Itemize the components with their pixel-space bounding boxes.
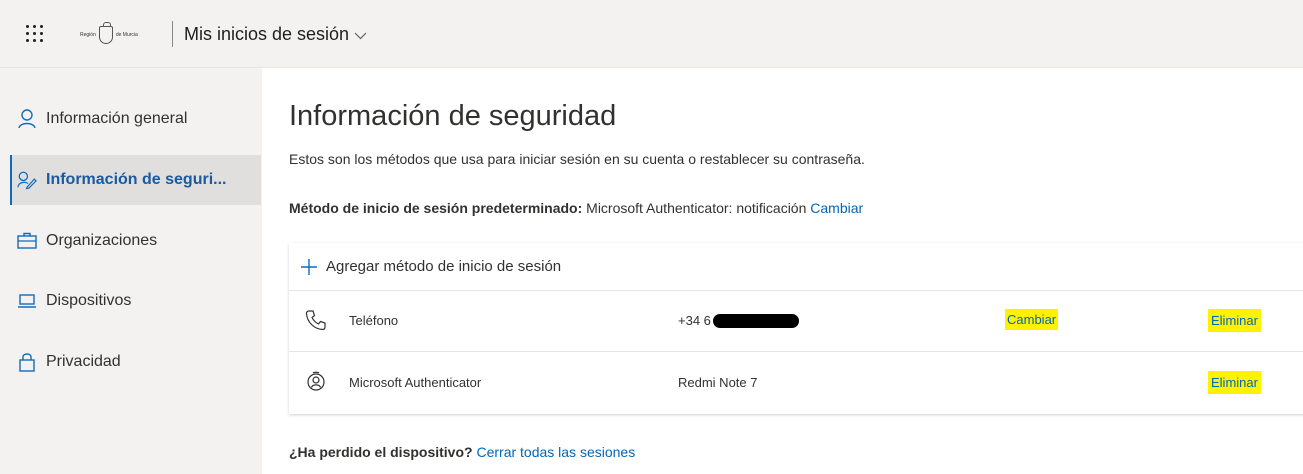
sidebar-item-security-info[interactable]: Información de seguri...: [10, 155, 261, 205]
add-method-button[interactable]: Agregar método de inicio de sesión: [289, 243, 1303, 291]
organization-logo: Región de Murcia: [80, 22, 138, 46]
sidebar-item-privacy[interactable]: Privacidad: [10, 337, 261, 387]
plus-icon: [300, 258, 318, 276]
logo-text-right: de Murcia: [115, 32, 138, 38]
top-bar: Región de Murcia Mis inicios de sesión: [0, 0, 1303, 68]
sidebar-item-label: Organizaciones: [46, 232, 158, 249]
header-divider: [172, 21, 173, 47]
method-value: +34 6: [678, 313, 799, 328]
method-value: Redmi Note 7: [678, 375, 758, 390]
default-method-label: Método de inicio de sesión predeterminad…: [289, 200, 583, 216]
sidebar-item-overview[interactable]: Información general: [10, 94, 261, 144]
default-method: Método de inicio de sesión predeterminad…: [289, 200, 863, 216]
method-row-authenticator: Microsoft Authenticator Redmi Note 7 Eli…: [289, 353, 1303, 414]
remove-authenticator-link[interactable]: Eliminar: [1208, 371, 1261, 394]
chevron-down-icon: [354, 32, 367, 40]
logo-text-left: Región: [80, 32, 96, 38]
page-title: Información de seguridad: [289, 100, 617, 132]
app-title-menu[interactable]: Mis inicios de sesión: [184, 24, 367, 45]
main-content: Información de seguridad Estos son los m…: [262, 68, 1303, 474]
app-launcher-icon[interactable]: [26, 25, 44, 43]
sidebar-item-label: Dispositivos: [46, 292, 132, 309]
method-name: Teléfono: [349, 313, 399, 328]
lost-device-question: ¿Ha perdido el dispositivo?: [289, 444, 473, 460]
sidebar-item-label: Información general: [46, 110, 188, 127]
security-info-icon: [17, 170, 37, 190]
sidebar-item-label: Información de seguri...: [46, 171, 227, 188]
method-name: Microsoft Authenticator: [349, 375, 482, 390]
method-row-phone: Teléfono +34 6 Cambiar Eliminar: [289, 291, 1303, 352]
sidebar: Información general Información de segur…: [0, 68, 262, 474]
change-phone-link[interactable]: Cambiar: [1005, 309, 1059, 330]
phone-icon: [305, 309, 327, 331]
sidebar-item-devices[interactable]: Dispositivos: [10, 276, 261, 326]
phone-number-prefix: +34 6: [678, 313, 711, 328]
crest-icon: [98, 22, 113, 44]
change-default-method-link[interactable]: Cambiar: [810, 200, 863, 216]
add-method-label: Agregar método de inicio de sesión: [326, 258, 562, 275]
laptop-icon: [17, 291, 37, 311]
sign-out-everywhere-link[interactable]: Cerrar todas las sesiones: [476, 444, 635, 460]
lock-icon: [17, 352, 37, 372]
lost-device-prompt: ¿Ha perdido el dispositivo? Cerrar todas…: [289, 444, 635, 460]
page-description: Estos son los métodos que usa para inici…: [289, 151, 865, 167]
briefcase-icon: [17, 231, 37, 251]
app-title: Mis inicios de sesión: [184, 24, 350, 44]
sidebar-item-organizations[interactable]: Organizaciones: [10, 216, 261, 266]
redaction-mark: [712, 313, 799, 328]
sidebar-item-label: Privacidad: [46, 353, 121, 370]
person-icon: [17, 109, 37, 129]
methods-card: Agregar método de inicio de sesión Teléf…: [289, 243, 1303, 414]
default-method-value: Microsoft Authenticator: notificación: [586, 200, 807, 216]
remove-phone-link[interactable]: Eliminar: [1208, 309, 1261, 332]
authenticator-icon: [305, 371, 327, 393]
